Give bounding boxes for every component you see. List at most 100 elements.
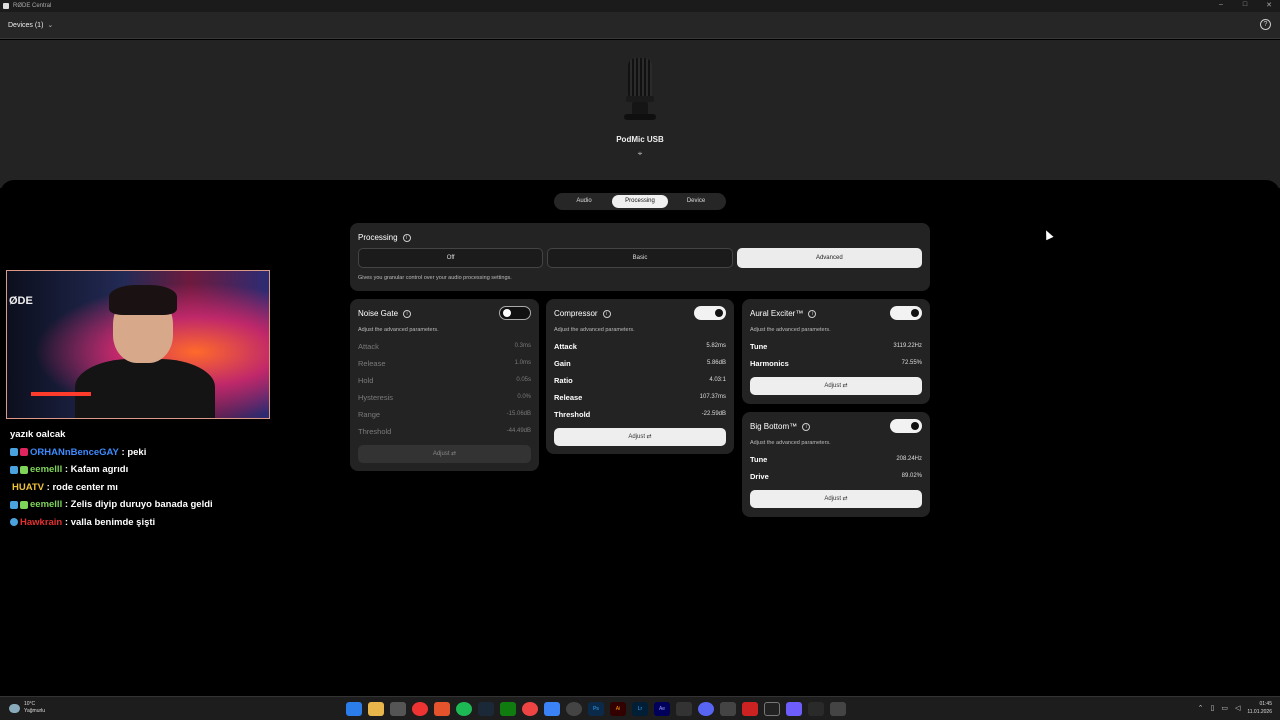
chat-text: rode center mı [52,481,118,493]
weather-widget[interactable]: 10°C Yağmurlu [9,701,45,715]
info-icon[interactable]: i [402,233,411,242]
compressor-title-text: Compressor [554,309,598,318]
info-icon[interactable]: i [802,422,811,431]
aural-exciter-description: Adjust the advanced parameters. [750,327,831,333]
spotify-icon[interactable] [456,702,472,716]
tab-audio[interactable]: Audio [556,195,612,208]
noise-gate-toggle[interactable] [499,306,531,320]
param-value: 0.3ms [514,343,531,349]
param-label: Hysteresis [358,392,394,402]
noise-gate-title-text: Noise Gate [358,309,399,318]
aural-exciter-title-text: Aural Exciter™ [750,309,804,318]
param-value: 72.55% [901,360,922,366]
param-label: Tune [750,341,768,351]
devices-dropdown[interactable]: Devices (1) ⌄ [8,21,54,30]
param-label: Harmonics [750,358,789,368]
big-bottom-toggle[interactable] [890,419,922,433]
app-icon[interactable] [742,702,758,716]
settings-icon[interactable] [676,702,692,716]
maximize-button[interactable]: □ [1240,1,1250,9]
chat-message: HUATV : rode center mı [10,479,310,497]
mode-off-button[interactable]: Off [358,248,544,268]
locate-icon[interactable]: ⌖ [635,149,645,159]
photoshop-icon[interactable]: Ps [588,702,604,716]
param-label: Threshold [554,409,591,419]
start-icon[interactable] [346,702,362,716]
brave-icon[interactable] [434,702,450,716]
illustrator-icon[interactable]: Ai [610,702,626,716]
aural-exciter-adjust-button[interactable]: Adjust ⇄ [750,377,922,395]
tab-processing[interactable]: Processing [612,195,668,208]
volume-icon[interactable]: ◁ [1235,704,1240,712]
app-logo-icon [3,3,9,9]
app-icon[interactable] [544,702,560,716]
info-icon[interactable]: i [602,309,611,318]
info-icon[interactable]: i [808,309,817,318]
device-name: PodMic USB [616,135,664,144]
steam-icon[interactable] [478,702,494,716]
title-bar: RØDE Central – □ ✕ [0,0,1280,12]
info-icon[interactable]: i [403,309,412,318]
big-bottom-adjust-button[interactable]: Adjust ⇄ [750,490,922,508]
param-value: 1.0ms [514,360,531,366]
badge-icon [10,448,18,457]
noise-gate-adjust-button[interactable]: Adjust ⇄ [358,445,531,463]
param-value: 0.0% [517,394,531,400]
param-value: 4.03:1 [709,377,726,383]
param-label: Release [358,358,386,368]
compressor-adjust-button[interactable]: Adjust ⇄ [554,428,726,446]
mode-advanced-button[interactable]: Advanced [736,248,922,268]
aural-exciter-card: Aural Exciter™ i Adjust the advanced par… [742,299,930,404]
param-label: Range [358,409,381,419]
chevron-down-icon: ⌄ [47,22,54,29]
tab-bar: Audio Processing Device [554,193,726,210]
chat-separator: : [44,481,53,493]
clock[interactable]: 01:45 11.01.2026 [1247,700,1272,716]
minimize-button[interactable]: – [1216,1,1226,9]
cloud-rain-icon [9,703,20,713]
badge-icon [20,465,28,474]
compressor-toggle[interactable] [694,306,726,320]
help-button[interactable]: ? [1260,19,1271,30]
chrome-icon[interactable] [412,702,428,716]
big-bottom-card: Big Bottom™ i Adjust the advanced parame… [742,412,930,517]
weather-temp: 10°C [24,701,36,707]
obs-icon[interactable] [566,702,582,716]
param-value: 208.24Hz [896,456,922,462]
big-bottom-title: Big Bottom™ i [750,422,811,431]
battery-icon[interactable]: ▯ [1210,704,1214,712]
clock-date: 11.01.2026 [1247,709,1272,715]
param-row: Threshold -44.49dB [358,426,531,436]
mode-basic-button[interactable]: Basic [547,248,733,268]
app-icon[interactable] [522,702,538,716]
microphone-image [622,58,658,128]
chat-text: peki [127,446,147,458]
app-icon[interactable] [830,702,846,716]
badge-icon [20,448,28,457]
chat-message: eemelll : Kafam agrıdı [10,461,310,479]
chat-overlay: yazık oalcak ORHANnBenceGAY : peki eemel… [10,426,310,531]
network-icon[interactable]: ▭ [1221,704,1228,712]
lightroom-icon[interactable]: Lr [632,702,648,716]
chevron-up-icon[interactable]: ⌃ [1198,704,1204,712]
rode-central-icon[interactable] [764,702,780,716]
aural-exciter-toggle[interactable] [890,306,922,320]
after-effects-icon[interactable]: Ae [654,702,670,716]
chat-separator: : [62,516,71,528]
weather-desc: Yağmurlu [24,708,46,714]
chat-text: Kafam agrıdı [70,464,129,476]
param-row: Attack 5.82ms [554,341,726,351]
discord-icon[interactable] [698,702,714,716]
close-button[interactable]: ✕ [1264,1,1274,9]
chat-message: yazık oalcak [10,426,310,444]
tab-device[interactable]: Device [668,195,724,208]
param-value: 5.86dB [706,360,726,366]
app-icon[interactable] [720,702,736,716]
app-icon[interactable] [786,702,802,716]
app-icon[interactable] [808,702,824,716]
xbox-icon[interactable] [500,702,516,716]
param-row: Gain 5.86dB [554,358,726,368]
store-icon[interactable] [390,702,406,716]
big-bottom-description: Adjust the advanced parameters. [750,440,831,446]
file-explorer-icon[interactable] [368,702,384,716]
